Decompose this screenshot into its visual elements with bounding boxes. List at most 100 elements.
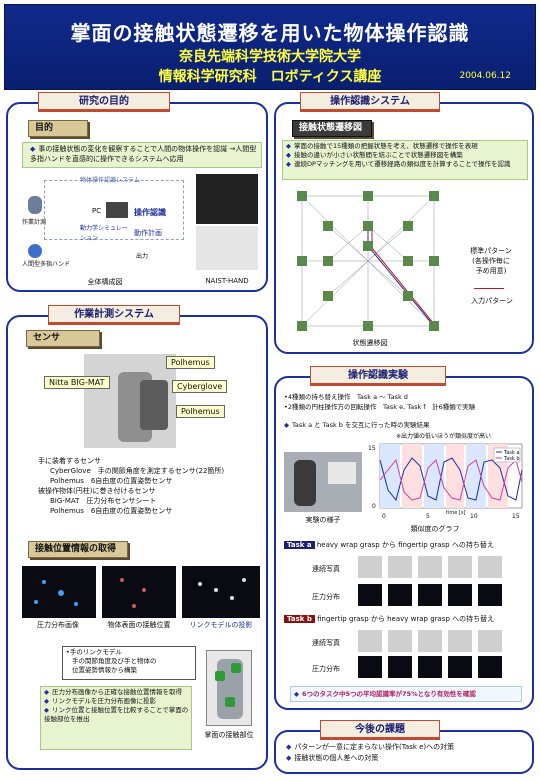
purpose-title: 研究の目的 (38, 92, 170, 112)
future-title: 今後の課題 (320, 720, 440, 740)
future-item-1: ◆ 接触状態の個人差への対策 (286, 754, 379, 762)
link-note: •手のリンクモデル 手の関節角度及び手と物体の 位置姿勢情報から構築 (66, 648, 196, 675)
legend-std-0: 標準パターン (470, 247, 512, 255)
diagram-recognition: 操作認識 (134, 208, 166, 217)
svg-text:15: 15 (512, 513, 520, 520)
legend-input-arrow (474, 288, 504, 289)
measure-title: 作業計測システム (48, 305, 180, 325)
legend-std-2: 予め用意) (475, 267, 507, 275)
similarity-chart: 0 5 10 15 15 0 Task a Task b time [s] (368, 443, 523, 520)
caption-hand: 掌面の接触部位 (204, 731, 254, 739)
naist-hand-photo-1 (196, 174, 258, 224)
step-2: ◆ リンク位置と接触位置を比較することで掌面の接触部位を推出 (44, 706, 189, 723)
svg-text:0: 0 (382, 513, 386, 520)
sensor-bullet-0: 手に装着するセンサ (38, 457, 101, 465)
x-axis-label: time [s] (446, 510, 465, 516)
step-0: ◆ 圧力分布画像から正確な接触位置情報を取得 (44, 688, 182, 696)
task-b-photos (358, 630, 508, 652)
task-b-pressure-label: 圧力分布 (312, 665, 340, 673)
future-items: ◆ パターンが一意に定まらない操作(Task e)への対策 ◆ 接触状態の個人差への… (286, 742, 526, 764)
diagram-system: 物体操作認識システム (80, 177, 140, 184)
pressure-image (22, 566, 96, 618)
exp-bullets: •4種類の持ち替え操作 Task a ～ Task d •2種類の円柱操作方の回… (284, 392, 528, 412)
caption-naist-hand: NAIST-HAND (205, 277, 249, 285)
task-a-pressure (358, 584, 508, 606)
recog-title: 操作認識システム (300, 92, 440, 112)
recog-bullet-2: ◆ 連続DPマッチングを用いて遷移経路の類似度を計算することで操作を認識 (286, 160, 511, 168)
steps: ◆ 圧力分布画像から正確な接触位置情報を取得 ◆ リンクモデルを圧力分布画像に投影 … (44, 688, 190, 724)
label-polhemus-1: Polhemus (166, 356, 215, 369)
exp-title: 操作認識実験 (310, 366, 446, 386)
task-b-row: Task b fingertip grasp から heavy wrap gra… (284, 614, 524, 624)
lab-name: 情報科学研究科 ロボティクス講座 (158, 69, 382, 85)
date: 2004.06.12 (459, 71, 511, 81)
link-note-1: 手の関節角度及び手と物体の (72, 657, 157, 665)
poster-title: 掌面の接触状態遷移を用いた物体操作認識 (70, 21, 470, 45)
sensor-bullets: 手に装着するセンサ CyberGlove 手の関節角度を測定するセンサ(22箇所… (38, 456, 258, 516)
caption-contact: 物体表面の接触位置 (107, 621, 171, 629)
diagram-sim: 動力学シミュレーション (80, 225, 128, 242)
sensor-bullet-5: Polhemus 6自由度の位置姿勢センサ (50, 507, 173, 515)
contact-label: 接触位置情報の取得 (28, 541, 128, 558)
recog-caption: 状態遷移図 (352, 339, 388, 347)
task-a-pressure-label: 圧力分布 (312, 593, 340, 601)
state-transition-graph (297, 191, 439, 331)
graph-caption: 類似度のグラフ (410, 525, 460, 533)
sensor-bullet-3: 被操作物体(円柱)に巻き付けるセンサ (38, 487, 156, 495)
sensor-label: センサ (26, 330, 100, 347)
recog-bullet-1: ◆ 接触の違いが小さい状態間を結ぶことで状態遷移図を構築 (286, 151, 463, 159)
svg-text:10: 10 (470, 513, 478, 520)
link-model-image (182, 566, 260, 618)
purpose-bullet: ◆ 事の接触状態の変化を観察することで人間の物体操作を認識 →人間型多指ハンドを直… (30, 145, 257, 163)
recog-bullet-0: ◆ 掌面の接触で15種類の把握状態を考え、状態遷移で操作を表現 (286, 142, 478, 150)
exp-bullet-1: •2種類の円柱操作方の回転操作 Task e, Task f 計6種類で実験 (284, 403, 476, 411)
caption-link: リンクモデルの投影 (189, 621, 253, 629)
diagram-output: 出力 (136, 253, 149, 260)
caption-overall: 全体構成図 (87, 278, 123, 286)
step-1: ◆ リンクモデルを圧力分布画像に投影 (44, 697, 156, 705)
label-polhemus-2: Polhemus (176, 405, 225, 418)
diagram-operator: 作業計測 (22, 219, 47, 226)
recog-sub: 接触状態遷移図 (292, 120, 372, 137)
sensor-bullet-1: CyberGlove 手の関節角度を測定するセンサ(22箇所) (50, 467, 225, 475)
task-a-text: heavy wrap grasp から fingertip grasp への持ち… (316, 541, 494, 549)
task-b-label: Task b (284, 615, 315, 623)
label-cyberglove: Cyberglove (172, 380, 228, 393)
diagram-hand: 人間型多指ハンド (22, 261, 71, 268)
poster-header: 掌面の接触状態遷移を用いた物体操作認識 奈良先端科学技術大学院大学 情報科学研究… (4, 4, 536, 90)
exp-photo (284, 452, 362, 512)
contact-position-image (102, 566, 176, 618)
system-diagram: 物体操作認識システム 作業計測 PC 操作認識 動作計画 動力学シミュレーション… (22, 174, 192, 272)
legend-std-1: (各操作毎に (472, 257, 510, 265)
future-item-0: ◆ パターンが一意に定まらない操作(Task e)への対策 (286, 743, 455, 751)
sensor-bullet-2: Polhemus 6自由度の位置姿勢センサ (50, 477, 173, 485)
svg-text:15: 15 (368, 445, 376, 452)
task-b-pressure (358, 656, 508, 678)
hand-contact-image (206, 650, 252, 726)
task-a-photo-label: 連続写真 (312, 565, 340, 573)
task-a-photos (358, 556, 508, 578)
task-a-label: Task a (284, 541, 315, 549)
purpose-sub: 目的 (28, 120, 88, 137)
institution: 奈良先端科学技術大学院大学 (179, 49, 361, 65)
legend-input: 入力パターン (471, 297, 513, 305)
diagram-pc: PC (92, 207, 102, 215)
exp-line2: ◆ Task a と Task b を交互に行った時の実験結果 (284, 421, 430, 429)
sensor-bullet-4: BIG-MAT 圧力分布センサシート (50, 497, 157, 505)
caption-pressure: 圧力分布画像 (37, 621, 79, 629)
label-bigmat: Nitta BIG-MAT (44, 376, 110, 389)
link-note-0: •手のリンクモデル (66, 648, 122, 656)
legend-standard: 標準パターン (各操作毎に 予め用意) (456, 246, 526, 276)
exp-bullet-0: •4種類の持ち替え操作 Task a ～ Task d (284, 393, 408, 401)
svg-text:5: 5 (426, 513, 430, 520)
result-text: ◆ 6つのタスク中5つの平均認識率が75%となり有効性を確認 (294, 690, 476, 698)
task-a-row: Task a heavy wrap grasp から fingertip gra… (284, 540, 524, 550)
task-b-photo-label: 連続写真 (312, 639, 340, 647)
recog-bullets: ◆ 掌面の接触で15種類の把握状態を考え、状態遷移で操作を表現 ◆ 接触の違いが小さ… (286, 142, 526, 169)
diagram-plan: 動作計画 (134, 229, 162, 237)
task-b-text: fingertip grasp から heavy wrap grasp への持ち… (317, 615, 495, 623)
svg-text:0: 0 (372, 503, 376, 510)
legend-task-b: Task b (503, 456, 520, 462)
naist-hand-photo-2 (196, 226, 258, 270)
link-note-2: 位置姿勢情報から構築 (72, 666, 137, 674)
